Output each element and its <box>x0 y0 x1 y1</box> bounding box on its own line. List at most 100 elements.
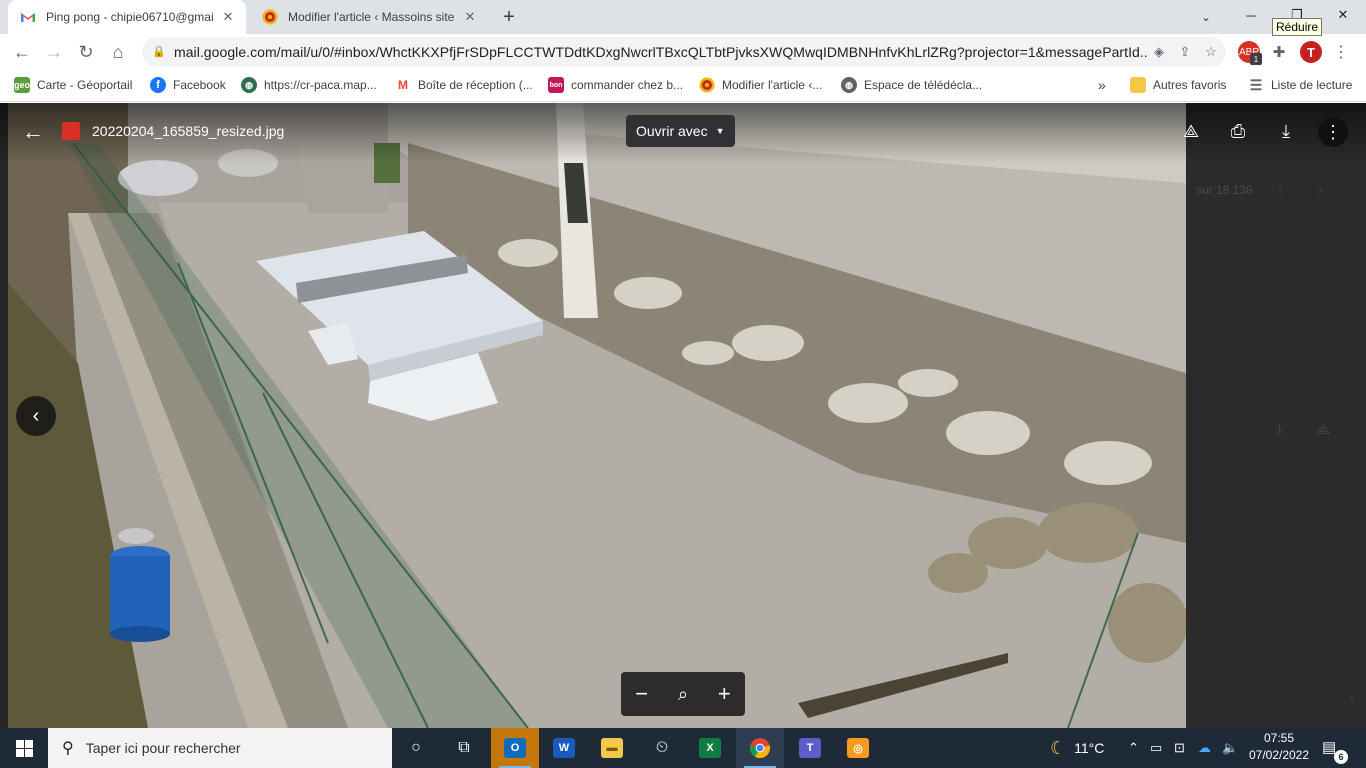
search-placeholder: Taper ici pour rechercher <box>85 740 241 756</box>
windows-taskbar: ⚲ Taper ici pour rechercher ○ ⧉ O W ▬ ⏲ … <box>0 728 1366 768</box>
task-view-icon[interactable]: ⧉ <box>440 728 488 768</box>
tab-wordpress[interactable]: Modifier l'article ‹ Massoins site ✕ <box>250 0 488 34</box>
gmail-icon <box>21 13 35 22</box>
other-bookmarks-folder[interactable]: Autres favoris <box>1130 70 1226 100</box>
attachment-download-icon[interactable]: ⤓ <box>1276 421 1283 439</box>
globe-icon: ◍ <box>841 77 857 93</box>
open-with-button[interactable]: Ouvrir avec ▼ <box>626 115 735 147</box>
back-button[interactable]: ← <box>8 38 36 66</box>
temperature: 11°C <box>1074 740 1105 756</box>
notification-count-badge: 6 <box>1334 750 1348 764</box>
file-name: 20220204_165859_resized.jpg <box>92 123 285 139</box>
more-options-icon[interactable]: ⋮ <box>1318 117 1348 147</box>
older-email-chevron-icon[interactable]: ‹ <box>1278 181 1283 197</box>
battery-icon[interactable]: ▭ <box>1150 728 1162 768</box>
network-icon[interactable]: ⊡ <box>1174 728 1185 768</box>
wordpress-site-icon <box>699 77 715 93</box>
cortana-icon[interactable]: ○ <box>392 728 440 768</box>
bookmark-label: https://cr-paca.map... <box>264 78 377 92</box>
scroll-right-icon[interactable]: › <box>1350 693 1353 704</box>
open-with-label: Ouvrir avec <box>636 123 708 139</box>
geoportail-icon: geo <box>14 77 30 93</box>
volume-icon[interactable]: 🔈 <box>1222 728 1238 768</box>
facebook-icon: f <box>150 77 166 93</box>
show-hidden-icons-chevron-icon[interactable]: ⌃ <box>1128 728 1139 768</box>
zoom-in-button[interactable]: + <box>709 681 739 707</box>
new-tab-button[interactable]: + <box>498 6 520 28</box>
bookmark-label: Espace de télédécla... <box>864 78 983 92</box>
profile-avatar[interactable]: T <box>1300 41 1322 63</box>
attachment-viewer: ← 20220204_165859_resized.jpg Ouvrir ave… <box>0 103 1366 728</box>
word-taskbar-icon[interactable]: W <box>540 728 588 768</box>
tab-title: Modifier l'article ‹ Massoins site <box>288 10 455 24</box>
bookmark-label: Facebook <box>173 78 226 92</box>
globe-icon: ◍ <box>241 77 257 93</box>
bonprix-icon: bon <box>548 77 564 93</box>
onedrive-icon[interactable]: ☁ <box>1198 728 1211 768</box>
bookmark-modifier-article[interactable]: Modifier l'article ‹... <box>699 70 822 100</box>
close-window-button[interactable]: ✕ <box>1320 0 1366 30</box>
clock-time: 07:55 <box>1263 731 1295 745</box>
app-taskbar-icon[interactable]: ◎ <box>834 728 882 768</box>
tab-strip: Ping pong - chipie06710@gmail. ✕ Modifie… <box>0 0 1366 36</box>
close-tab-icon[interactable]: ✕ <box>462 9 478 25</box>
forward-button[interactable]: → <box>40 38 68 66</box>
reload-button[interactable]: ↻ <box>72 38 100 66</box>
bookmark-label: commander chez b... <box>571 78 684 92</box>
tab-search-chevron-icon[interactable]: ⌄ <box>1196 7 1216 27</box>
reading-list-icon: ☰ <box>1249 76 1263 93</box>
caret-down-icon: ▼ <box>715 126 725 136</box>
outlook-taskbar-icon[interactable]: O <box>491 728 539 768</box>
share-icon[interactable]: ⇪ <box>1174 41 1196 63</box>
close-tab-icon[interactable]: ✕ <box>220 9 236 25</box>
bookmark-label: Modifier l'article ‹... <box>722 78 823 92</box>
tab-gmail[interactable]: Ping pong - chipie06710@gmail. ✕ <box>8 0 246 34</box>
attachment-photo[interactable] <box>8 103 1186 728</box>
print-icon[interactable]: ⎙ <box>1224 117 1252 145</box>
start-button[interactable] <box>0 728 48 768</box>
clock-app-icon[interactable]: ⏲ <box>638 728 686 768</box>
weather-widget[interactable]: ☾ 11°C <box>1050 728 1104 768</box>
bookmark-label: Liste de lecture <box>1271 78 1353 92</box>
bookmark-cr-paca[interactable]: ◍ https://cr-paca.map... <box>241 70 377 100</box>
search-icon: ⚲ <box>62 740 74 757</box>
lock-icon[interactable]: 🔒 <box>152 45 166 59</box>
chrome-icon <box>749 738 771 759</box>
chrome-menu-icon[interactable]: ⋮ <box>1330 41 1352 63</box>
address-bar[interactable]: 🔒 mail.google.com/mail/u/0/#inbox/WhctKK… <box>142 37 1226 67</box>
bookmark-star-icon[interactable]: ☆ <box>1200 41 1222 63</box>
reading-list[interactable]: ☰ Liste de lecture <box>1248 70 1353 100</box>
add-to-drive-icon[interactable]: ⟁ <box>1177 117 1205 145</box>
zoom-reset-magnifier-icon[interactable]: ⌕ <box>668 684 698 705</box>
attachment-drive-icon[interactable]: ⟁ <box>1316 421 1330 439</box>
extensions-puzzle-icon[interactable]: ✚ <box>1268 41 1290 63</box>
bookmark-espace-teledeclaration[interactable]: ◍ Espace de télédécla... <box>841 70 982 100</box>
newer-email-chevron-icon[interactable]: › <box>1318 181 1323 197</box>
chrome-taskbar-icon[interactable] <box>736 728 784 768</box>
photo-ping-pong-table <box>8 103 1186 728</box>
bookmark-geoportail[interactable]: geo Carte - Géoportail <box>14 70 132 100</box>
gmail-icon: M <box>398 78 408 92</box>
bookmark-inbox[interactable]: M Boîte de réception (... <box>395 70 533 100</box>
clock[interactable]: 07:55 07/02/2022 <box>1244 730 1314 766</box>
bookmark-bon-prix[interactable]: bon commander chez b... <box>548 70 683 100</box>
more-bookmarks-chevron-icon[interactable]: » <box>1098 70 1106 100</box>
previous-attachment-button[interactable]: ‹ <box>16 396 56 436</box>
page-counter: sur 18 138 <box>1196 183 1253 197</box>
view-site-icon[interactable]: ◈ <box>1148 41 1170 63</box>
zoom-out-button[interactable]: − <box>627 681 657 707</box>
teams-taskbar-icon[interactable]: T <box>786 728 834 768</box>
zoom-controls: − ⌕ + <box>621 672 745 716</box>
excel-taskbar-icon[interactable]: X <box>686 728 734 768</box>
taskbar-search[interactable]: ⚲ Taper ici pour rechercher <box>48 728 392 768</box>
bookmark-label: Autres favoris <box>1153 78 1227 92</box>
close-viewer-back-icon[interactable]: ← <box>20 119 46 145</box>
download-icon[interactable]: ⤓ <box>1272 117 1300 145</box>
minimize-button[interactable]: ─ <box>1228 0 1274 30</box>
url-text[interactable]: mail.google.com/mail/u/0/#inbox/WhctKKXP… <box>174 44 1148 60</box>
image-file-icon <box>62 122 80 140</box>
file-explorer-icon[interactable]: ▬ <box>588 728 636 768</box>
tab-title: Ping pong - chipie06710@gmail. <box>46 10 214 24</box>
bookmark-facebook[interactable]: f Facebook <box>150 70 226 100</box>
home-button[interactable]: ⌂ <box>104 38 132 66</box>
